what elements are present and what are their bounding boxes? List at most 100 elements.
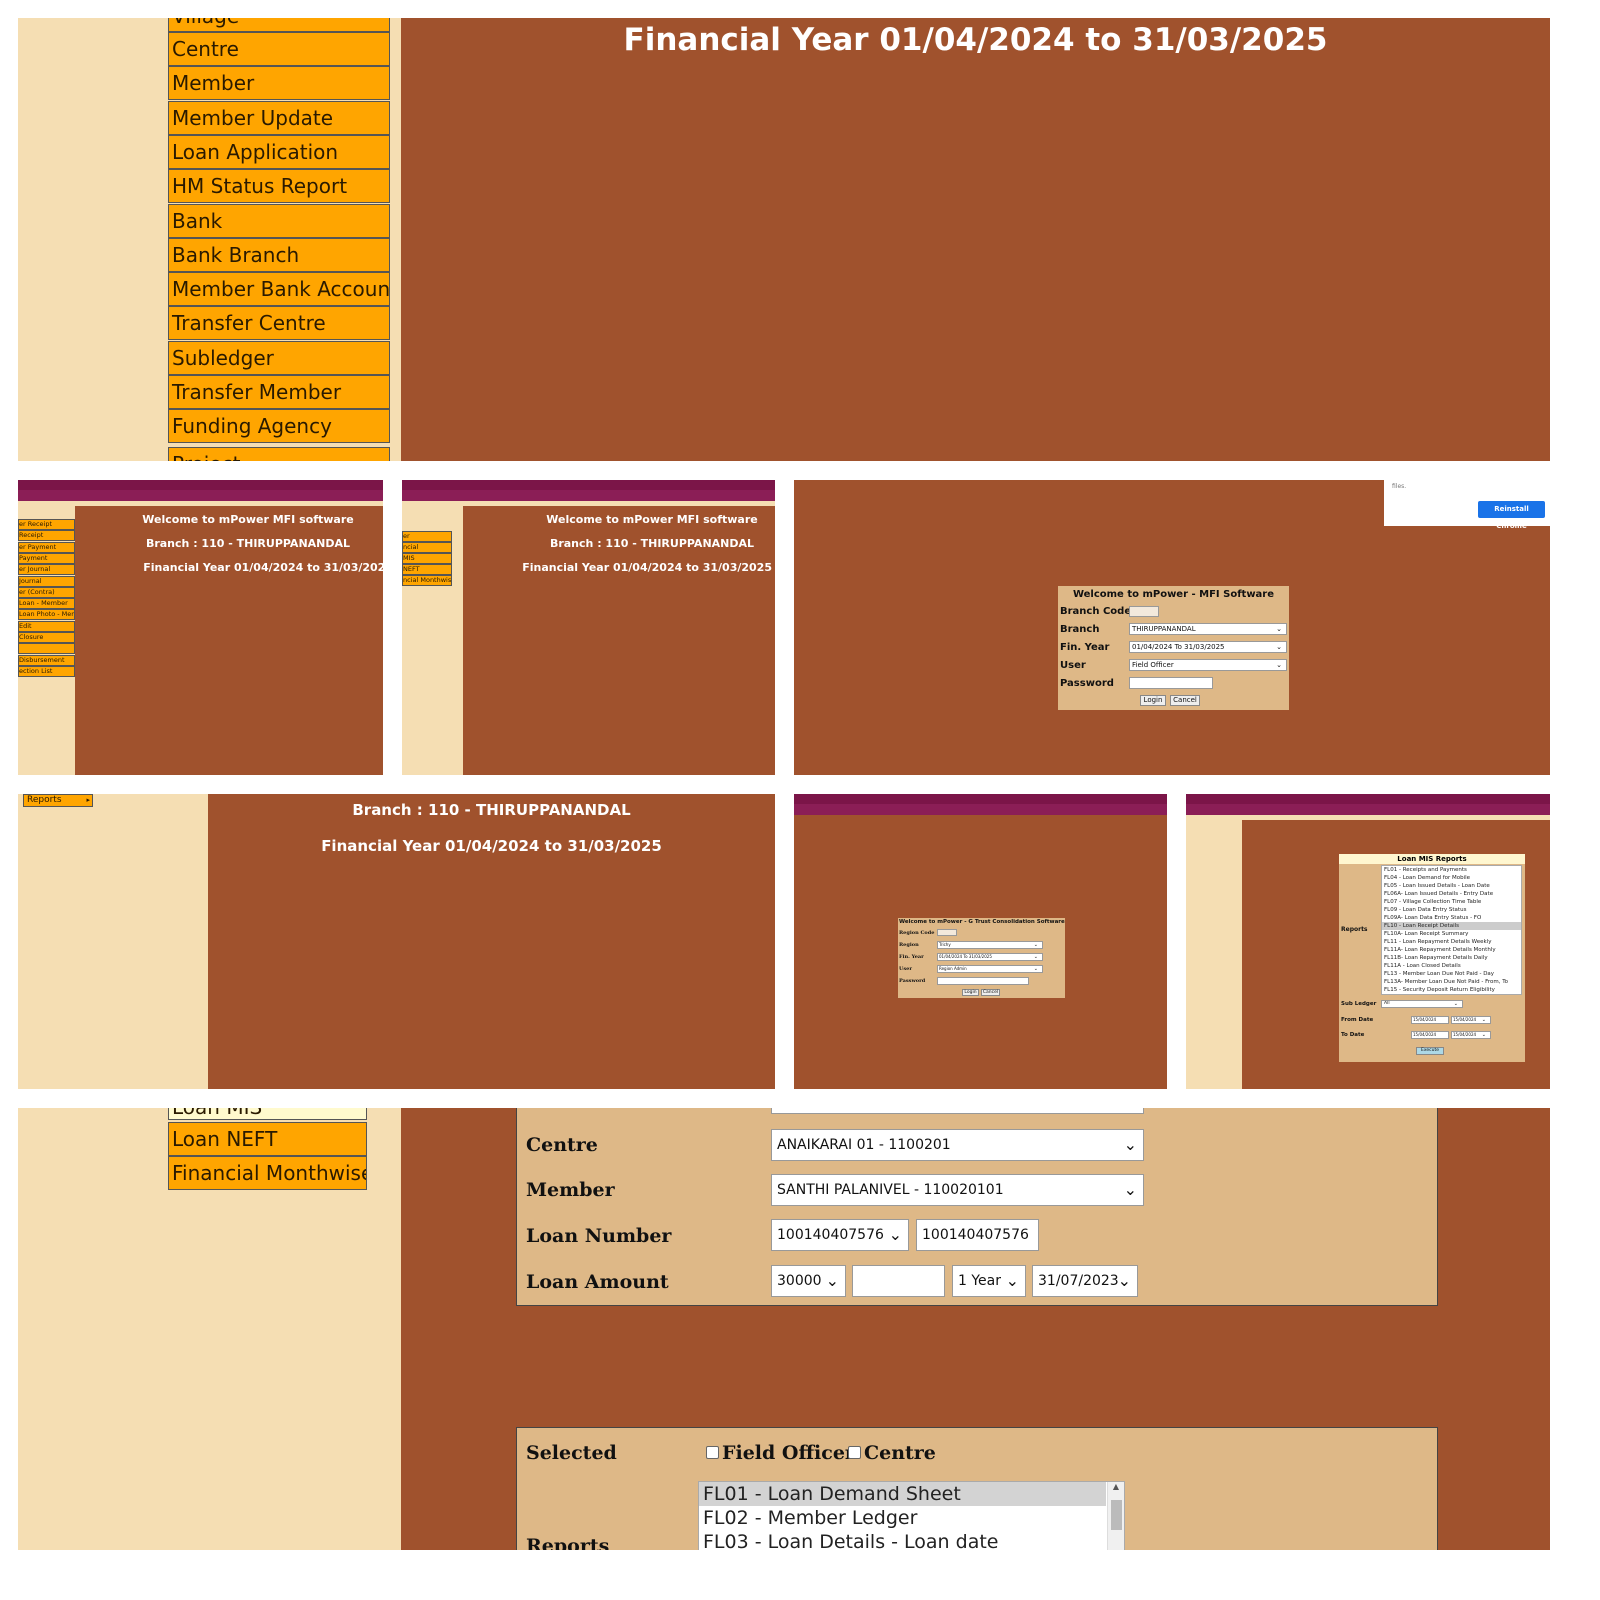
menu-item-subledger[interactable]: Subledger (168, 340, 390, 375)
report-option[interactable]: FL03 - Loan Details - Loan date (699, 1530, 1106, 1550)
browser-address-bar[interactable] (794, 804, 1167, 815)
reports-listbox[interactable]: FL01 - Loan Demand Sheet FL02 - Member Le… (698, 1481, 1125, 1550)
scroll-up-icon[interactable]: ▲ (1108, 1482, 1124, 1491)
report-option[interactable]: FL10A- Loan Receipt Summary (1382, 930, 1521, 938)
loan-amount-input[interactable] (852, 1265, 945, 1297)
menu-item-hm-status-report[interactable]: HM Status Report (168, 169, 390, 204)
report-option[interactable]: FL13 - Member Loan Due Not Paid - Day (1382, 970, 1521, 978)
menu-item[interactable]: er (Contra) (18, 586, 75, 598)
branch-code-field[interactable] (1129, 606, 1159, 617)
menu-item[interactable]: ncial (402, 542, 452, 553)
menu-item-financial-monthwise[interactable]: Financial Monthwise (168, 1156, 367, 1190)
browser-address-bar[interactable] (18, 490, 383, 501)
from-date-field[interactable]: 15/04/2024 (1411, 1016, 1449, 1024)
password-field[interactable] (937, 977, 1029, 985)
fin-year-select[interactable]: 01/04/2024 To 31/03/2025 ⌄ (937, 953, 1043, 961)
browser-address-bar[interactable] (402, 490, 775, 501)
browser-address-bar[interactable] (1186, 804, 1550, 815)
report-option[interactable]: FL04 - Loan Demand for Mobile (1382, 874, 1521, 882)
menu-item[interactable]: Payment (18, 552, 75, 564)
menu-item[interactable]: er (402, 531, 452, 542)
report-option[interactable]: FL11B- Loan Repayment Details Daily (1382, 954, 1521, 962)
date-select-value: 31/07/2023 (1038, 1273, 1119, 1289)
report-option[interactable]: FL09A- Loan Data Entry Status - FO (1382, 914, 1521, 922)
menu-item[interactable]: Edit (18, 620, 75, 632)
cancel-button[interactable]: Cancel (981, 989, 1000, 996)
menu-item-transfer-member[interactable]: Transfer Member (168, 375, 390, 409)
report-option[interactable]: FL11A - Loan Closed Details (1382, 962, 1521, 970)
loan-number-input[interactable]: 100140407576 (916, 1219, 1039, 1251)
date-select[interactable]: 31/07/2023 ⌄ (1032, 1265, 1138, 1297)
menu-item-member-update[interactable]: Member Update (168, 100, 390, 135)
menu-item[interactable]: Closure (18, 632, 75, 643)
period-select[interactable]: 1 Year ⌄ (952, 1265, 1026, 1297)
top-field[interactable] (771, 1108, 1144, 1114)
reports-listbox[interactable]: FL01 - Receipts and Payments FL04 - Loan … (1381, 865, 1522, 995)
menu-item-bank[interactable]: Bank (168, 203, 390, 238)
menu-item-member[interactable]: Member (168, 66, 390, 101)
from-date-picker-value: 15/04/2024 (1453, 1017, 1477, 1022)
report-option[interactable]: FL05 - Loan Issued Details - Loan Date (1382, 882, 1521, 890)
menu-item[interactable]: er Journal (18, 564, 75, 576)
report-option[interactable]: FL01 - Loan Demand Sheet (699, 1482, 1106, 1506)
region-code-field[interactable] (937, 929, 957, 936)
menu-item[interactable]: Disbursement (18, 654, 75, 666)
from-date-picker[interactable]: 15/04/2024 ⌄ (1451, 1016, 1491, 1024)
report-option[interactable]: FL02 - Member Ledger (699, 1506, 1106, 1530)
cancel-button[interactable]: Cancel (1170, 695, 1200, 706)
menu-item-project[interactable]: Project (168, 447, 390, 461)
loan-amount-select[interactable]: 30000 ⌄ (771, 1265, 846, 1297)
branch-select[interactable]: THIRUPPANANDAL ⌄ (1129, 623, 1287, 635)
menu-item-centre[interactable]: Centre (168, 32, 390, 66)
menu-item-reports[interactable]: Reports ▸ (23, 794, 93, 807)
loan-number-select[interactable]: 100140407576 ⌄ (771, 1219, 909, 1251)
login-button[interactable]: Login (962, 989, 979, 996)
menu-item[interactable]: NEFT (402, 564, 452, 575)
menu-item[interactable]: er Receipt (18, 519, 75, 530)
menu-item-transfer-centre[interactable]: Transfer Centre (168, 306, 390, 341)
fin-year-select[interactable]: 01/04/2024 To 31/03/2025 ⌄ (1129, 641, 1287, 653)
report-option[interactable]: FL11A- Loan Repayment Details Monthly (1382, 946, 1521, 954)
chevron-down-icon: ⌄ (825, 1271, 839, 1290)
report-option[interactable]: FL09 - Loan Data Entry Status (1382, 906, 1521, 914)
centre-select[interactable]: ANAIKARAI 01 - 1100201 ⌄ (771, 1129, 1144, 1161)
scrollbar[interactable]: ▲ (1107, 1482, 1124, 1550)
menu-item[interactable]: MIS (402, 553, 452, 564)
menu-item[interactable]: ncial Monthwise (402, 575, 452, 586)
menu-item-funding-agency[interactable]: Funding Agency (168, 409, 390, 444)
menu-item-bank-branch[interactable]: Bank Branch (168, 237, 390, 272)
sub-ledger-select[interactable]: All ⌄ (1381, 1000, 1463, 1008)
field-officer-checkbox[interactable] (706, 1446, 719, 1459)
report-option[interactable]: FL11 - Loan Repayment Details Weekly (1382, 938, 1521, 946)
menu-item-loan-neft[interactable]: Loan NEFT (168, 1122, 367, 1156)
to-date-picker[interactable]: 15/04/2024 ⌄ (1451, 1031, 1491, 1039)
menu-item[interactable]: Loan - Member (18, 598, 75, 610)
menu-item[interactable]: ection List (18, 665, 75, 677)
report-option[interactable]: FL13A- Member Loan Due Not Paid - From, … (1382, 978, 1521, 986)
report-option[interactable]: FL07 - Village Collection Time Table (1382, 898, 1521, 906)
centre-checkbox[interactable] (848, 1446, 861, 1459)
password-field[interactable] (1129, 677, 1213, 689)
menu-item-loan-application[interactable]: Loan Application (168, 134, 390, 169)
to-date-field[interactable]: 15/04/2024 (1411, 1031, 1449, 1039)
menu-item-village[interactable]: Village (168, 18, 390, 32)
menu-item[interactable]: Loan Photo - Meml (18, 609, 75, 621)
report-option[interactable]: FL01 - Receipts and Payments (1382, 866, 1521, 874)
menu-item-member-bank-account[interactable]: Member Bank Account (168, 272, 390, 307)
report-option[interactable]: FL15 - Security Deposit Return Eligibili… (1382, 986, 1521, 994)
login-button[interactable]: Login (1140, 695, 1166, 706)
menu-item[interactable]: Journal (18, 575, 75, 587)
menu-item[interactable] (18, 643, 75, 655)
report-option[interactable]: FL06A- Loan Issued Details - Entry Date (1382, 890, 1521, 898)
user-select[interactable]: Region Admin ⌄ (937, 965, 1043, 973)
user-select[interactable]: Field Officer ⌄ (1129, 659, 1287, 671)
report-option[interactable]: FL10 - Loan Receipt Details (1382, 922, 1521, 930)
region-select[interactable]: Trichy ⌄ (937, 941, 1043, 949)
scrollbar-thumb[interactable] (1111, 1500, 1122, 1530)
menu-item[interactable]: Receipt (18, 530, 75, 542)
member-select[interactable]: SANTHI PALANIVEL - 110020101 ⌄ (771, 1174, 1144, 1206)
menu-item[interactable]: er Payment (18, 541, 75, 553)
reinstall-chrome-button[interactable]: Reinstall Chrome (1478, 501, 1545, 530)
menu-item-loan-mis[interactable]: Loan MIS (168, 1108, 367, 1120)
execute-button[interactable]: Execute (1416, 1047, 1444, 1055)
